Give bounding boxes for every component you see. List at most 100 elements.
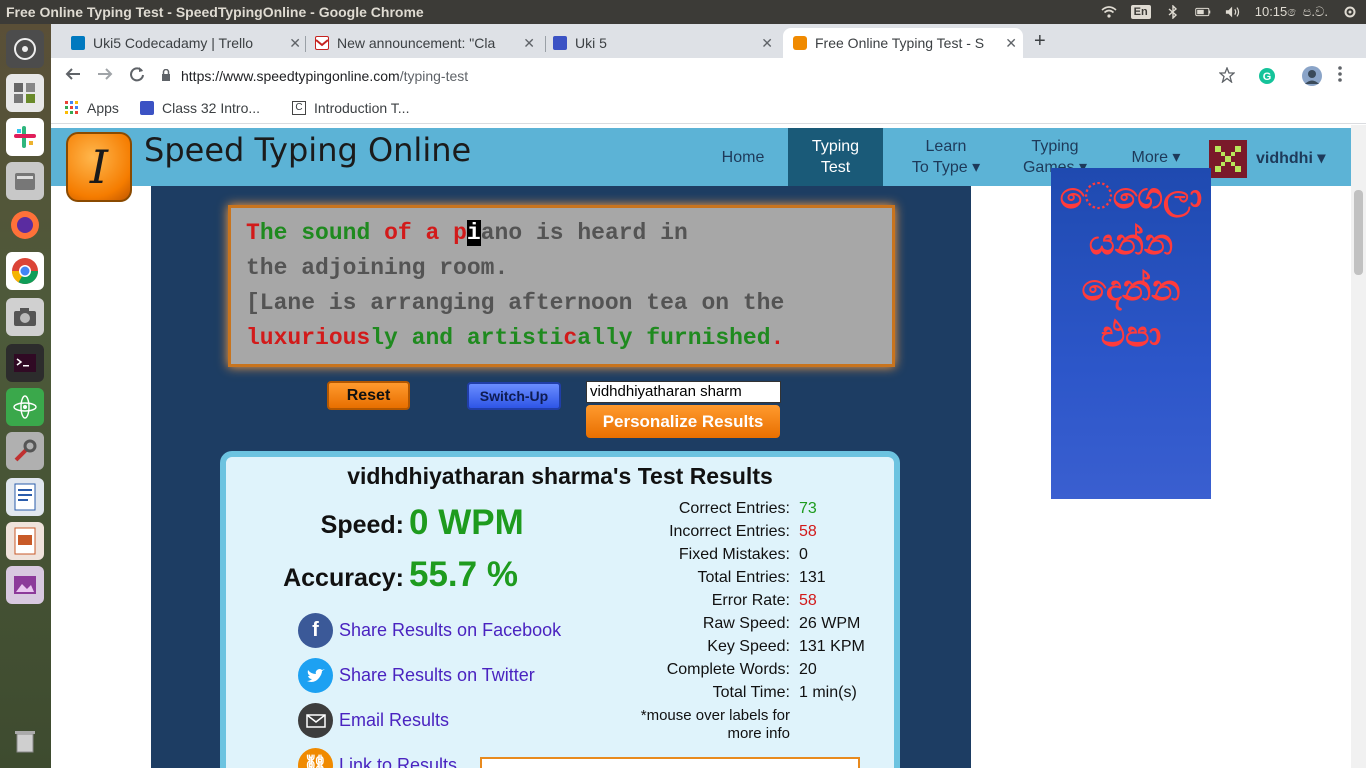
- bookmark-introduction[interactable]: C Introduction T...: [292, 100, 409, 116]
- dash-home-icon[interactable]: [6, 30, 44, 68]
- stat-value: 58: [799, 523, 817, 540]
- window-title: Free Online Typing Test - SpeedTypingOnl…: [6, 4, 424, 20]
- speedtyping-favicon-icon: [793, 36, 807, 50]
- stat-label[interactable]: Incorrect Entries:: [600, 523, 790, 541]
- reload-icon[interactable]: [129, 66, 145, 87]
- power-gear-icon[interactable]: [1342, 5, 1358, 19]
- advertisement-banner[interactable]: ෙගෙලා යන්න දෙන්න එපා: [1051, 168, 1211, 499]
- new-tab-plus-icon[interactable]: +: [1034, 30, 1046, 53]
- stat-label[interactable]: Key Speed:: [600, 638, 790, 656]
- bookmark-label: Introduction T...: [314, 100, 410, 116]
- accuracy-label[interactable]: Accuracy:: [246, 564, 404, 593]
- speed-value: 0 WPM: [409, 503, 524, 542]
- tab-gmail[interactable]: New announcement: "Cla ✕: [315, 28, 541, 58]
- clock[interactable]: 10:15 ෙප.ව.: [1255, 4, 1328, 20]
- close-tab-icon[interactable]: ✕: [761, 35, 773, 52]
- share-facebook-link[interactable]: f Share Results on Facebook: [298, 613, 561, 648]
- facebook-icon: f: [298, 613, 333, 648]
- stat-label[interactable]: Raw Speed:: [600, 615, 790, 633]
- close-tab-icon[interactable]: ✕: [523, 35, 535, 52]
- tab-trello[interactable]: Uki5 Codecadamy | Trello ✕: [71, 28, 307, 58]
- page-scrollbar[interactable]: [1351, 125, 1366, 768]
- bookmarks-bar: Apps Class 32 Intro... C Introduction T.…: [51, 94, 1366, 124]
- classroom-icon: [553, 36, 567, 50]
- stat-value: 131: [799, 569, 826, 586]
- image-viewer-icon[interactable]: [6, 566, 44, 604]
- tab-typing-test[interactable]: Free Online Typing Test - S ✕: [783, 28, 1023, 58]
- site-logo-icon[interactable]: I: [66, 132, 132, 202]
- stat-value: 73: [799, 500, 817, 517]
- nav-home[interactable]: Home: [708, 128, 778, 186]
- email-icon: [298, 703, 333, 738]
- speed-label[interactable]: Speed:: [276, 511, 404, 540]
- bluetooth-icon[interactable]: [1165, 5, 1181, 19]
- lock-icon[interactable]: [161, 68, 171, 84]
- stat-value: 0: [799, 546, 808, 563]
- svg-text:G: G: [1263, 71, 1272, 83]
- chrome-menu-icon[interactable]: [1337, 65, 1343, 88]
- nav-learn-to-type[interactable]: Learn To Type ▾: [901, 128, 991, 186]
- accuracy-value: 55.7 %: [409, 555, 518, 594]
- bookmark-apps[interactable]: Apps: [65, 100, 119, 116]
- stat-label[interactable]: Correct Entries:: [600, 500, 790, 518]
- terminal-icon[interactable]: [6, 344, 44, 382]
- stat-value: 20: [799, 661, 817, 678]
- link-to-results[interactable]: ⛓ Link to Results: [298, 748, 457, 768]
- ad-text-line: යන්න: [1088, 222, 1174, 263]
- stat-value: 26 WPM: [799, 615, 861, 632]
- writer-document-icon[interactable]: [6, 478, 44, 516]
- camera-app-icon[interactable]: [6, 298, 44, 336]
- close-tab-icon[interactable]: ✕: [1005, 35, 1017, 52]
- stat-label[interactable]: Fixed Mistakes:: [600, 546, 790, 564]
- tab-classroom[interactable]: Uki 5 ✕: [553, 28, 779, 58]
- name-input[interactable]: vidhdhiyatharan sharm: [586, 381, 781, 403]
- typing-line: the adjoining room.: [246, 255, 509, 281]
- stat-label[interactable]: Total Entries:: [600, 569, 790, 587]
- bookmark-class32[interactable]: Class 32 Intro...: [140, 100, 260, 116]
- keyboard-layout-indicator[interactable]: En: [1130, 5, 1151, 19]
- address-bar[interactable]: https://www.speedtypingonline.com /typin…: [161, 62, 1251, 90]
- url-path: /typing-test: [399, 68, 469, 84]
- site-logo-text[interactable]: Speed Typing Online: [144, 131, 471, 169]
- typing-line: The sound of a piano is heard in: [246, 220, 688, 246]
- wifi-icon[interactable]: [1101, 5, 1117, 19]
- user-avatar-icon[interactable]: [1209, 140, 1247, 178]
- volume-icon[interactable]: [1225, 5, 1241, 19]
- tab-divider: [545, 36, 546, 52]
- typing-line: luxuriously and artistically furnished.: [246, 325, 785, 351]
- typing-text-area[interactable]: The sound of a piano is heard in the adj…: [228, 205, 895, 367]
- files-icon[interactable]: [6, 162, 44, 200]
- stat-label[interactable]: Error Rate:: [600, 592, 790, 610]
- impress-presentation-icon[interactable]: [6, 522, 44, 560]
- classroom-icon: [140, 101, 154, 115]
- stat-label[interactable]: Total Time:: [600, 684, 790, 702]
- share-twitter-link[interactable]: Share Results on Twitter: [298, 658, 535, 693]
- personalize-results-button[interactable]: Personalize Results: [586, 405, 780, 438]
- scrollbar-thumb[interactable]: [1354, 190, 1363, 275]
- grammarly-extension-icon[interactable]: G: [1258, 67, 1276, 90]
- firefox-icon[interactable]: [6, 206, 44, 244]
- email-results-link[interactable]: Email Results: [298, 703, 449, 738]
- stat-label[interactable]: Complete Words:: [600, 661, 790, 679]
- chrome-icon[interactable]: [6, 252, 44, 290]
- tab-label: Uki 5: [575, 35, 607, 51]
- atom-editor-icon[interactable]: [6, 388, 44, 426]
- slack-icon[interactable]: [6, 118, 44, 156]
- results-title: vidhdhiyatharan sharma's Test Results: [347, 463, 773, 489]
- reset-button[interactable]: Reset: [327, 381, 410, 410]
- nav-typing-test[interactable]: Typing Test: [788, 128, 883, 186]
- battery-icon[interactable]: [1194, 5, 1211, 19]
- settings-tools-icon[interactable]: [6, 432, 44, 470]
- apps-grid-icon: [65, 101, 79, 115]
- keyboard-app-icon[interactable]: [6, 74, 44, 112]
- user-menu[interactable]: vidhdhi ▾: [1256, 148, 1325, 168]
- back-arrow-icon[interactable]: [65, 66, 81, 87]
- close-tab-icon[interactable]: ✕: [289, 35, 301, 52]
- bookmark-star-icon[interactable]: [1218, 66, 1236, 88]
- stat-value: 1 min(s): [799, 684, 857, 701]
- forward-arrow-icon[interactable]: [97, 66, 113, 87]
- trash-icon[interactable]: [6, 722, 44, 760]
- results-link-field[interactable]: [480, 757, 860, 768]
- switch-up-button[interactable]: Switch-Up: [467, 382, 561, 410]
- profile-avatar-icon[interactable]: [1301, 65, 1323, 92]
